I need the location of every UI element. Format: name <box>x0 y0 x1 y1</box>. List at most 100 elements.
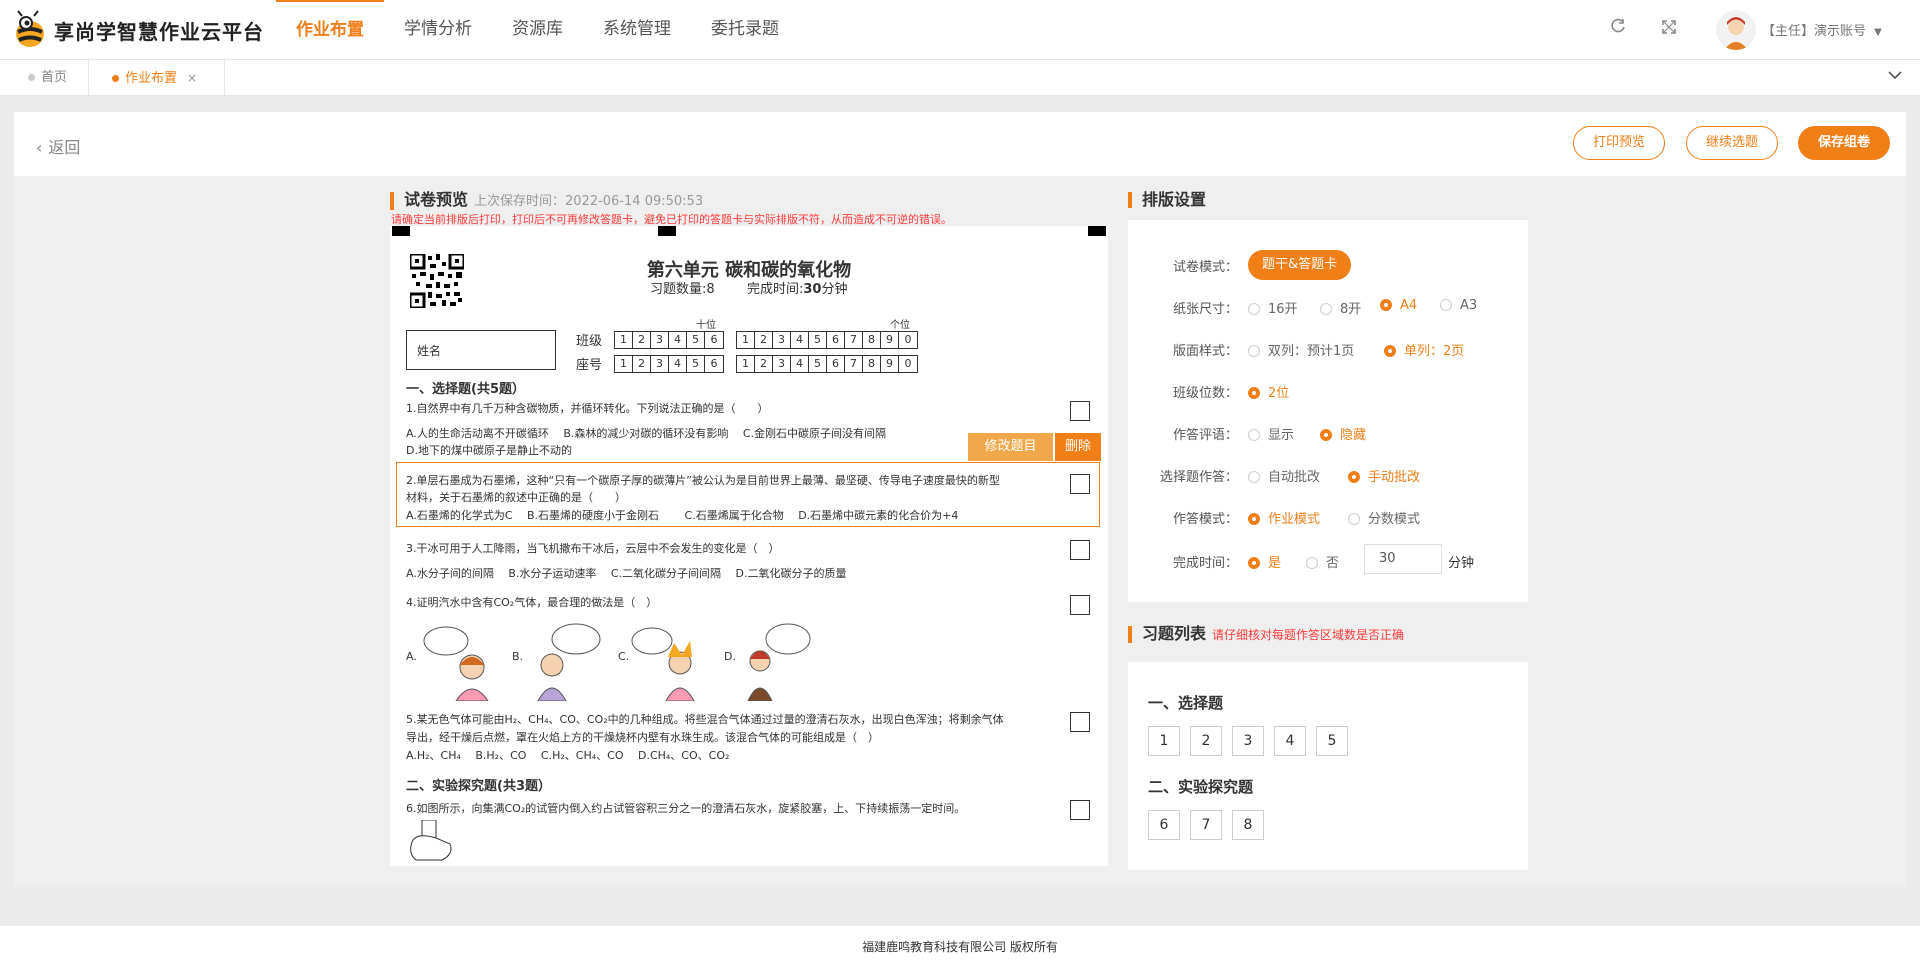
question-list-hint: 请仔细核对每题作答区域数是否正确 <box>1212 628 1405 642</box>
fullscreen-icon[interactable] <box>1658 18 1680 40</box>
option-label: 2位 <box>1268 386 1290 401</box>
paper-preview: 第六单元 碳和碳的氧化物 习题数量:8 完成时间:30分钟 姓名 十位 个位 班… <box>390 226 1108 866</box>
option-label: 8开 <box>1340 302 1362 317</box>
homework-mode[interactable]: 作业模式 <box>1248 508 1320 527</box>
question-2[interactable]: 2.单层石墨成为石墨烯，这种“只有一个碳原子厚的碳薄片”被公认为是目前世界上最薄… <box>406 472 1000 489</box>
digit-cell: 4 <box>791 356 809 372</box>
tab-divider <box>224 60 225 96</box>
question-3-options: A.水分子间的间隔 B.水分子运动速率 C.二氧化碳分子间间隔 D.二氧化碳分子… <box>406 567 847 580</box>
setting-label: 作答评语： <box>1172 428 1238 443</box>
save-paper-button[interactable]: 保存组卷 <box>1798 126 1890 160</box>
seat-ones-digits: 1234567890 <box>736 355 918 373</box>
question-number[interactable]: 1 <box>1148 726 1180 756</box>
setting-choice-answer: 选择题作答： 自动批改 手动批改 <box>1128 460 1528 488</box>
time-unit-label: 分钟 <box>1448 556 1475 571</box>
digit-cell: 7 <box>845 332 863 348</box>
nav-homework-assign[interactable]: 作业布置 <box>276 0 384 60</box>
question-list-title: 习题列表 请仔细核对每题作答区域数是否正确 <box>1128 626 1404 643</box>
radio-checked-icon <box>1348 471 1360 483</box>
section-experiment-title: 二、实验探究题(共3题） <box>406 779 551 794</box>
question-number[interactable]: 6 <box>1148 810 1180 840</box>
setting-completion-time: 完成时间： 是 否 30 分钟 <box>1128 544 1528 574</box>
digit-cell: 2 <box>633 332 651 348</box>
setting-label: 作答模式： <box>1172 512 1238 527</box>
group-title: 一、选择题 <box>1148 694 1224 712</box>
alignment-mark <box>658 226 676 236</box>
setting-label: 纸张尺寸： <box>1172 302 1238 317</box>
question-list-title-text: 习题列表 <box>1142 624 1207 643</box>
question-3[interactable]: 3.干冰可用于人工降雨，当飞机撒布干冰后，云层中不会发生的变化是（ ） <box>406 540 780 557</box>
paper-size-8k[interactable]: 8开 <box>1320 298 1361 317</box>
question-number[interactable]: 4 <box>1274 726 1306 756</box>
class-label: 班级 <box>576 334 603 349</box>
answer-box <box>1070 401 1090 421</box>
chevron-left-icon: ‹ <box>36 138 43 157</box>
digit-cell: 1 <box>615 332 633 348</box>
close-icon[interactable]: × <box>187 71 197 85</box>
count-label: 习题数量: <box>650 282 707 297</box>
layout-single-column[interactable]: 单列：2页 <box>1384 340 1464 359</box>
name-field: 姓名 <box>406 330 556 370</box>
tab-home[interactable]: 首页 <box>18 60 77 96</box>
question-number[interactable]: 5 <box>1316 726 1348 756</box>
tab-homework-assign[interactable]: 作业布置 × <box>102 60 207 96</box>
avatar[interactable] <box>1716 10 1756 50</box>
question-number[interactable]: 7 <box>1190 810 1222 840</box>
paper-size-a3[interactable]: A3 <box>1440 298 1477 313</box>
tab-label: 作业布置 <box>125 71 178 86</box>
answer-box <box>1070 800 1090 820</box>
chevron-down-icon[interactable] <box>1888 68 1908 88</box>
nav-entrusted-entry[interactable]: 委托录题 <box>691 0 799 60</box>
completion-time-input[interactable]: 30 <box>1364 544 1442 574</box>
alignment-mark <box>1088 226 1106 236</box>
question-5[interactable]: 5.某无色气体可能由H₂、CH₄、CO、CO₂中的几种组成。将些混合气体通过过量… <box>406 711 1004 728</box>
delete-question-button[interactable]: 删除 <box>1055 433 1101 461</box>
digit-cell: 3 <box>651 332 669 348</box>
digit-cell: 9 <box>881 356 899 372</box>
option-label: 双列：预计1页 <box>1268 344 1355 359</box>
answer-box <box>1070 595 1090 615</box>
question-6[interactable]: 6.如图所示，向集满CO₂的试管内倒入约占试管容积三分之一的澄清石灰水，旋紧胶塞… <box>406 800 965 817</box>
time-yes[interactable]: 是 <box>1248 552 1281 571</box>
question-number[interactable]: 8 <box>1232 810 1264 840</box>
paper-mode-option[interactable]: 题干&答题卡 <box>1248 250 1352 280</box>
group-title: 二、实验探究题 <box>1148 778 1254 796</box>
question-4[interactable]: 4.证明汽水中含有CO₂气体，最合理的做法是（ ） <box>406 594 657 611</box>
paper-size-a4[interactable]: A4 <box>1380 298 1417 313</box>
digit-cell: 4 <box>791 332 809 348</box>
auto-grade[interactable]: 自动批改 <box>1248 466 1320 485</box>
digit-cell: 2 <box>755 332 773 348</box>
continue-select-button[interactable]: 继续选题 <box>1686 126 1778 160</box>
layout-settings-panel: 试卷模式： 题干&答题卡 纸张尺寸： 16开 8开 A4 A3 版面样式： 双列… <box>1128 220 1528 602</box>
tab-dot-icon <box>28 74 35 81</box>
layout-double-column[interactable]: 双列：预计1页 <box>1248 340 1354 359</box>
question-number[interactable]: 2 <box>1190 726 1222 756</box>
nav-learning-analysis[interactable]: 学情分析 <box>384 0 492 60</box>
digit-cell: 3 <box>773 356 791 372</box>
refresh-icon[interactable] <box>1607 18 1629 40</box>
answer-box <box>1070 540 1090 560</box>
manual-grade[interactable]: 手动批改 <box>1348 466 1420 485</box>
setting-paper-mode: 试卷模式： 题干&答题卡 <box>1128 250 1528 280</box>
edit-question-button[interactable]: 修改题目 <box>968 433 1053 461</box>
question-number[interactable]: 3 <box>1232 726 1264 756</box>
radio-checked-icon <box>1384 345 1396 357</box>
class-digits-2[interactable]: 2位 <box>1248 382 1289 401</box>
radio-checked-icon <box>1248 513 1260 525</box>
question-1[interactable]: 1.自然界中有几千万种含碳物质，并循环转化。下列说法正确的是（ ） <box>406 400 769 417</box>
print-preview-button[interactable]: 打印预览 <box>1573 126 1665 160</box>
nav-system-management[interactable]: 系统管理 <box>583 0 691 60</box>
user-menu[interactable]: 【主任】演示账号 ▼ <box>1762 20 1882 39</box>
digit-cell: 0 <box>904 357 912 370</box>
time-no[interactable]: 否 <box>1306 552 1339 571</box>
radio-icon <box>1440 299 1452 311</box>
comment-hide[interactable]: 隐藏 <box>1320 424 1366 443</box>
brand-logo[interactable]: 享尚学智慧作业云平台 <box>12 8 264 52</box>
paper-size-16k[interactable]: 16开 <box>1248 298 1298 317</box>
back-button[interactable]: ‹ 返回 <box>36 134 80 158</box>
nav-resource-library[interactable]: 资源库 <box>492 0 583 60</box>
option-label: A. <box>406 650 417 663</box>
ones-label: 个位 <box>890 320 910 331</box>
comment-show[interactable]: 显示 <box>1248 424 1294 443</box>
score-mode[interactable]: 分数模式 <box>1348 508 1420 527</box>
